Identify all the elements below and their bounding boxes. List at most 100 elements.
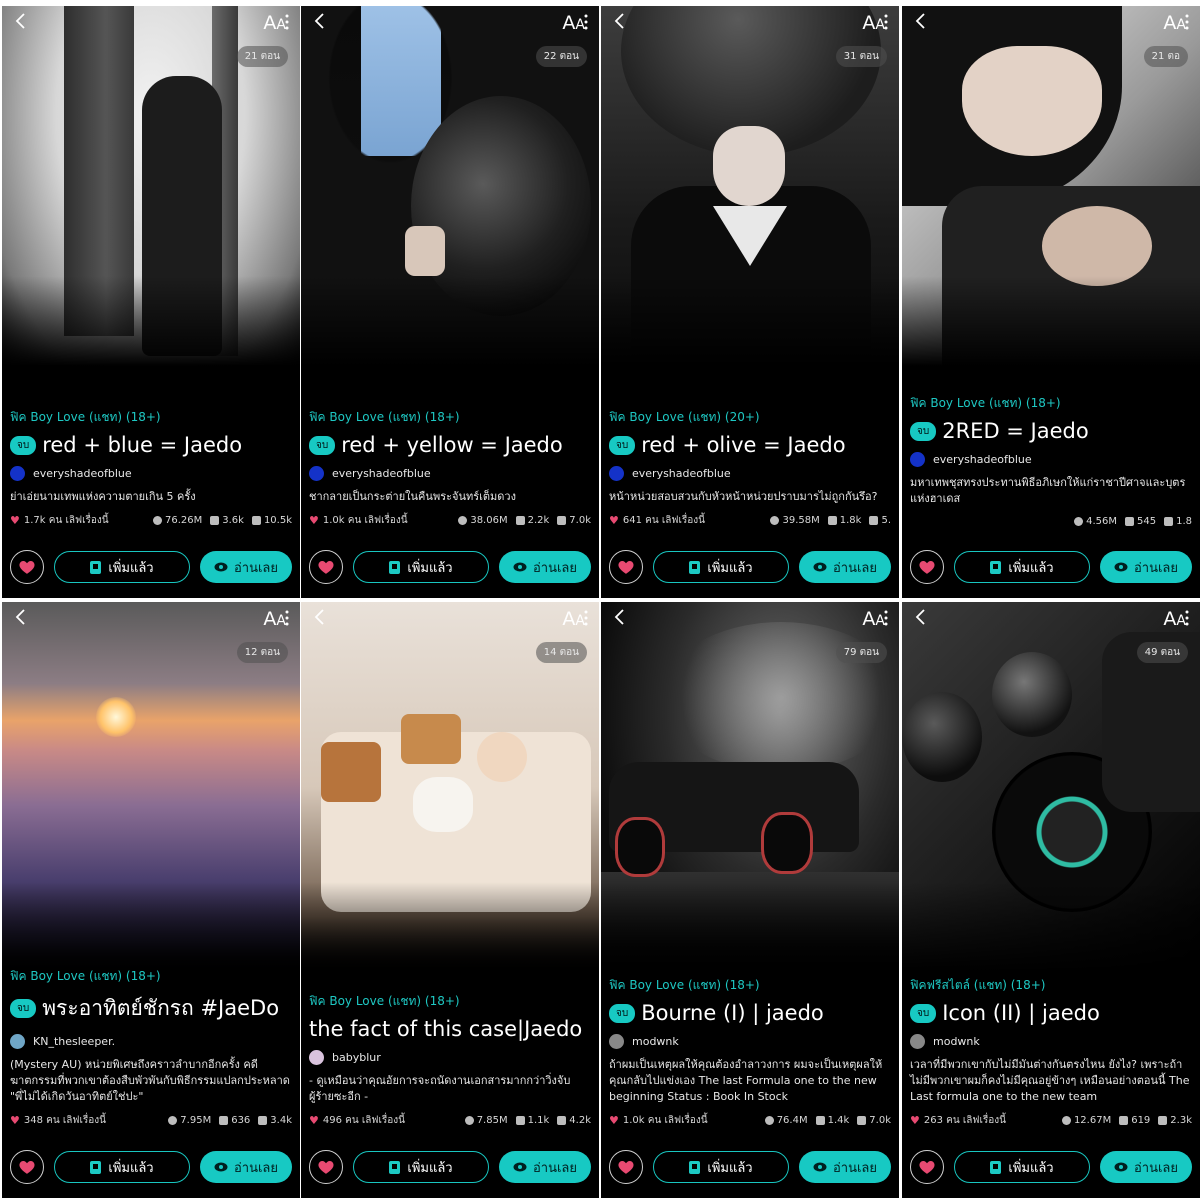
author-row[interactable]: everyshadeofblue [10,466,292,481]
book-icon [90,560,102,574]
font-size-icon[interactable]: AA [1163,12,1186,34]
back-arrow-icon[interactable] [311,608,329,626]
font-size-icon[interactable]: AA [562,12,585,34]
font-size-icon[interactable]: AA [1163,608,1186,630]
book-icon [389,1160,401,1174]
views-stat: 12.67M [1061,1115,1111,1126]
read-now-button[interactable]: อ่านเลย [499,551,591,583]
completed-badge: จบ [10,435,37,455]
author-row[interactable]: KN_thesleeper. [10,1034,292,1049]
chapters-stat: 7.0k [557,515,591,526]
more-vertical-icon[interactable] [583,610,589,626]
love-button[interactable] [910,1150,944,1184]
add-to-library-button[interactable]: เพิ่มแล้ว [54,551,190,583]
more-vertical-icon[interactable] [883,610,889,626]
love-button[interactable] [309,550,343,584]
back-arrow-icon[interactable] [12,608,30,626]
love-button[interactable] [910,550,944,584]
love-button[interactable] [10,1150,44,1184]
story-card-4[interactable]: AA 21 ตอ ฟิค Boy Love (แชท) (18+) จบ 2RE… [902,6,1200,598]
category-tag[interactable]: ฟิค Boy Love (แชท) (18+) [309,992,591,1011]
story-card-7[interactable]: AA 79 ตอน ฟิค Boy Love (แชท) (18+) จบ Bo… [601,602,899,1198]
font-size-icon[interactable]: AA [263,12,286,34]
love-button[interactable] [609,550,643,584]
category-tag[interactable]: ฟิค Boy Love (แชท) (18+) [309,408,591,427]
read-label: อ่านเลย [233,560,279,576]
back-arrow-icon[interactable] [912,608,930,626]
chapters-icon [1158,1116,1168,1125]
category-tag[interactable]: ฟิค Boy Love (แชท) (18+) [10,408,292,427]
comments-icon [515,516,525,525]
more-vertical-icon[interactable] [583,14,589,30]
category-tag[interactable]: ฟิค Boy Love (แชท) (18+) [609,976,891,995]
read-now-button[interactable]: อ่านเลย [1100,551,1192,583]
cover-shape-pillow [321,742,381,802]
story-card-1[interactable]: AA 21 ตอน ฟิค Boy Love (แชท) (18+) จบ re… [2,6,300,598]
story-description: ย่าเอ่ยนามเทพแห่งความตายเกิน 5 ครั้ง [10,490,196,503]
love-button[interactable] [10,550,44,584]
read-now-button[interactable]: อ่านเลย [200,1151,292,1183]
action-row: เพิ่มแล้ว อ่านเลย [910,1150,1192,1184]
stats-row: ♥ 348 คน เลิฟเรื่องนี้ 7.95M 636 3.4k [10,1113,292,1128]
love-button[interactable] [309,1150,343,1184]
add-to-library-button[interactable]: เพิ่มแล้ว [653,551,789,583]
story-title: Bourne (I) | jaedo [641,1001,824,1025]
back-arrow-icon[interactable] [611,12,629,30]
read-now-button[interactable]: อ่านเลย [799,551,891,583]
author-row[interactable]: babyblur [309,1050,591,1065]
more-vertical-icon[interactable] [1184,14,1190,30]
story-description: เวลาที่มีพวกเขากับไม่มีมันต่างกันตรงไหน … [910,1058,1190,1103]
comments-icon [1125,517,1134,526]
story-card-6[interactable]: AA 14 ตอน ฟิค Boy Love (แชท) (18+) the f… [301,602,599,1198]
font-size-icon[interactable]: AA [263,608,286,630]
chapters-stat: 1.8 [1164,516,1192,527]
cover-shape-face2 [1042,206,1152,286]
story-card-3[interactable]: AA 31 ตอน ฟิค Boy Love (แชท) (20+) จบ re… [601,6,899,598]
views-stat: 7.85M [464,1115,508,1126]
add-to-library-button[interactable]: เพิ่มแล้ว [954,1151,1090,1183]
back-arrow-icon[interactable] [611,608,629,626]
add-to-library-button[interactable]: เพิ่มแล้ว [353,551,489,583]
add-to-library-button[interactable]: เพิ่มแล้ว [54,1151,190,1183]
category-tag[interactable]: ฟิค Boy Love (แชท) (18+) [910,394,1192,413]
more-vertical-icon[interactable] [883,14,889,30]
story-description: ชากลายเป็นกระต่ายในคืนพระจันทร์เต็มดวง [309,490,516,503]
love-button[interactable] [609,1150,643,1184]
category-tag[interactable]: ฟิค Boy Love (แชท) (20+) [609,408,891,427]
story-card-8[interactable]: AA 49 ตอน ฟิคฟรีสไตล์ (แชท) (18+) จบ Ico… [902,602,1200,1198]
add-to-library-button[interactable]: เพิ่มแล้ว [653,1151,789,1183]
author-row[interactable]: modwnk [609,1034,891,1049]
story-card-5[interactable]: AA 12 ตอน ฟิค Boy Love (แชท) (18+) จบ พร… [2,602,300,1198]
read-now-button[interactable]: อ่านเลย [200,551,292,583]
more-vertical-icon[interactable] [1184,610,1190,626]
font-size-icon[interactable]: AA [862,608,885,630]
back-arrow-icon[interactable] [311,12,329,30]
heart-icon: ♥ [309,1114,319,1127]
read-now-button[interactable]: อ่านเลย [799,1151,891,1183]
comments-stat: 545 [1125,516,1156,527]
read-now-button[interactable]: อ่านเลย [499,1151,591,1183]
author-row[interactable]: everyshadeofblue [609,466,891,481]
back-arrow-icon[interactable] [12,12,30,30]
eye-icon [513,1162,527,1172]
author-row[interactable]: modwnk [910,1034,1192,1049]
action-row: เพิ่มแล้ว อ่านเลย [309,1150,591,1184]
category-tag[interactable]: ฟิคฟรีสไตล์ (แชท) (18+) [910,976,1192,995]
read-now-button[interactable]: อ่านเลย [1100,1151,1192,1183]
add-to-library-button[interactable]: เพิ่มแล้ว [353,1151,489,1183]
comments-icon [515,1116,525,1125]
more-vertical-icon[interactable] [284,610,290,626]
back-arrow-icon[interactable] [912,12,930,30]
author-row[interactable]: everyshadeofblue [910,452,1192,467]
category-tag[interactable]: ฟิค Boy Love (แชท) (18+) [10,967,292,986]
more-vertical-icon[interactable] [284,14,290,30]
story-card-2[interactable]: AA 22 ตอน ฟิค Boy Love (แชท) (18+) จบ re… [301,6,599,598]
add-to-library-button[interactable]: เพิ่มแล้ว [954,551,1090,583]
author-name: babyblur [332,1051,381,1064]
author-row[interactable]: everyshadeofblue [309,466,591,481]
font-size-icon[interactable]: AA [562,608,585,630]
font-size-icon[interactable]: AA [862,12,885,34]
comments-icon [815,1116,825,1125]
comments-stat: 1.8k [827,515,861,526]
episode-count-badge: 21 ตอน [236,46,288,67]
